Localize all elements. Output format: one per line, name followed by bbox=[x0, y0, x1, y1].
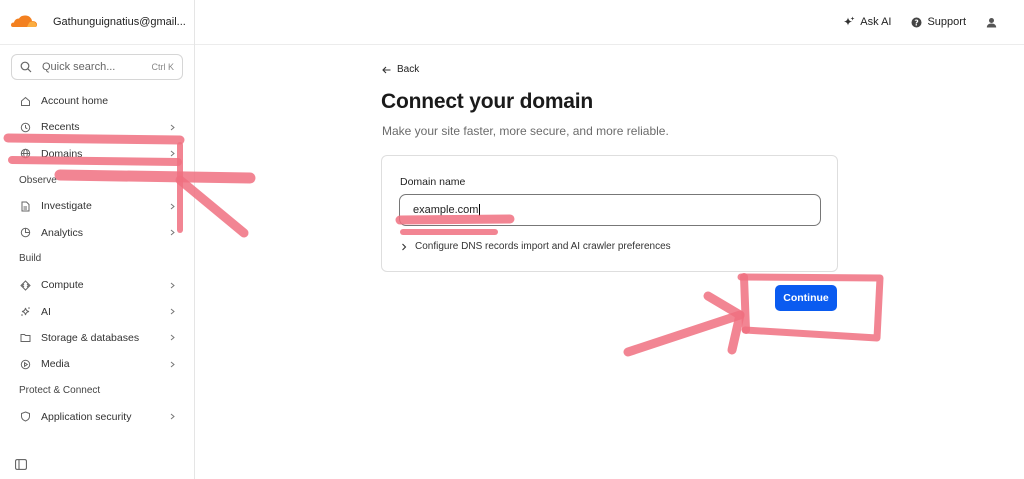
document-search-icon bbox=[21, 201, 30, 212]
sidebar-item-analytics[interactable]: Analytics bbox=[0, 219, 194, 245]
sidebar-item-label: Application security bbox=[41, 410, 132, 423]
back-link[interactable]: Back bbox=[382, 64, 419, 75]
cloudflare-logo bbox=[11, 15, 37, 27]
sparkle-icon bbox=[844, 16, 855, 26]
back-label: Back bbox=[397, 64, 420, 75]
search-shortcut: Ctrl K bbox=[151, 62, 175, 72]
account-name: Gathunguignatius@gmail... bbox=[53, 16, 186, 28]
sidebar-item-investigate[interactable]: Investigate bbox=[0, 193, 194, 219]
sidebar-item-label: Analytics bbox=[41, 226, 84, 239]
globe-icon bbox=[20, 149, 31, 159]
section-title-build: Build bbox=[19, 253, 42, 265]
page-title: Connect your domain bbox=[381, 90, 594, 113]
continue-button[interactable]: Continue bbox=[775, 285, 837, 311]
chevron-right-icon bbox=[170, 229, 175, 236]
account-switcher[interactable]: Gathunguignatius@gmail... bbox=[0, 0, 194, 45]
chevron-right-icon bbox=[170, 308, 175, 315]
chevron-right-icon bbox=[170, 282, 175, 289]
support-button[interactable]: ? Support bbox=[911, 16, 966, 28]
sidebar-item-label: Storage & databases bbox=[41, 331, 140, 344]
help-icon: ? bbox=[911, 17, 922, 27]
user-icon bbox=[986, 17, 997, 27]
ask-ai-label: Ask AI bbox=[860, 16, 892, 28]
sidebar-item-application-security[interactable]: Application security bbox=[0, 404, 194, 430]
search-icon bbox=[20, 61, 32, 73]
home-icon bbox=[21, 96, 30, 106]
sidebar-item-media[interactable]: Media bbox=[0, 351, 194, 377]
chevron-right-icon bbox=[170, 413, 175, 420]
sidebar-item-label: Compute bbox=[41, 279, 84, 292]
sidebar-item-storage-databases[interactable]: Storage & databases bbox=[0, 325, 194, 351]
sidebar-item-label: Media bbox=[41, 358, 70, 371]
continue-label: Continue bbox=[783, 292, 829, 304]
dns-options-label: Configure DNS records import and AI craw… bbox=[415, 241, 671, 252]
folder-icon bbox=[20, 334, 31, 343]
text-caret bbox=[479, 204, 481, 216]
chevron-right-icon bbox=[170, 150, 175, 157]
domain-name-value: example.com bbox=[413, 204, 479, 216]
chevron-right-icon bbox=[402, 243, 407, 250]
page-subtitle: Make your site faster, more secure, and … bbox=[382, 124, 669, 138]
domain-name-label: Domain name bbox=[400, 176, 466, 188]
sidebar-item-label: Domains bbox=[41, 147, 83, 160]
support-label: Support bbox=[927, 16, 966, 28]
top-bar: Ask AI ? Support bbox=[195, 0, 1024, 45]
section-title-protect-connect: Protect & Connect bbox=[19, 384, 101, 396]
domain-name-input[interactable]: example.com bbox=[399, 194, 821, 226]
sidebar-item-compute[interactable]: Compute bbox=[0, 272, 194, 298]
pie-chart-icon bbox=[20, 227, 31, 238]
chevron-right-icon bbox=[170, 361, 175, 367]
quick-search-input[interactable]: Quick search... Ctrl K bbox=[11, 54, 183, 80]
chevron-right-icon bbox=[170, 334, 175, 341]
svg-text:?: ? bbox=[915, 18, 919, 27]
annotation-arrow-continue bbox=[703, 291, 745, 355]
sidebar-item-label: Investigate bbox=[41, 200, 92, 213]
annotation-arrow-continue bbox=[623, 310, 745, 357]
sidebar-item-label: Recents bbox=[41, 121, 80, 134]
app-window: Gathunguignatius@gmail... Quick search..… bbox=[0, 0, 1024, 479]
sparkle-icon bbox=[21, 307, 30, 316]
domain-form-card: Domain name example.com Configure DNS re… bbox=[381, 155, 838, 272]
sidebar: Gathunguignatius@gmail... Quick search..… bbox=[0, 0, 195, 479]
sidebar-item-domains[interactable]: Domains bbox=[0, 141, 194, 167]
compute-icon bbox=[20, 280, 31, 291]
user-menu-button[interactable] bbox=[986, 17, 1002, 28]
sidebar-item-account-home[interactable]: Account home bbox=[0, 88, 194, 114]
ask-ai-button[interactable]: Ask AI bbox=[843, 16, 891, 28]
sidebar-item-label: AI bbox=[41, 305, 51, 318]
arrow-left-icon bbox=[382, 66, 391, 73]
shield-icon bbox=[21, 411, 30, 422]
clock-icon bbox=[20, 122, 31, 133]
annotation-box-continue bbox=[740, 273, 750, 334]
dns-options-toggle[interactable]: Configure DNS records import and AI craw… bbox=[401, 241, 671, 252]
sidebar-item-label: Account home bbox=[41, 95, 109, 108]
search-placeholder: Quick search... bbox=[42, 61, 116, 73]
sidebar-nav: Account home Recents Domains Observe Inv… bbox=[0, 88, 194, 430]
sidebar-item-recents[interactable]: Recents bbox=[0, 114, 194, 140]
section-title-observe: Observe bbox=[19, 174, 57, 186]
collapse-sidebar-icon[interactable] bbox=[15, 459, 27, 470]
sidebar-item-ai[interactable]: AI bbox=[0, 298, 194, 324]
play-icon bbox=[20, 359, 31, 369]
chevron-right-icon bbox=[170, 124, 175, 131]
chevron-right-icon bbox=[170, 203, 175, 210]
